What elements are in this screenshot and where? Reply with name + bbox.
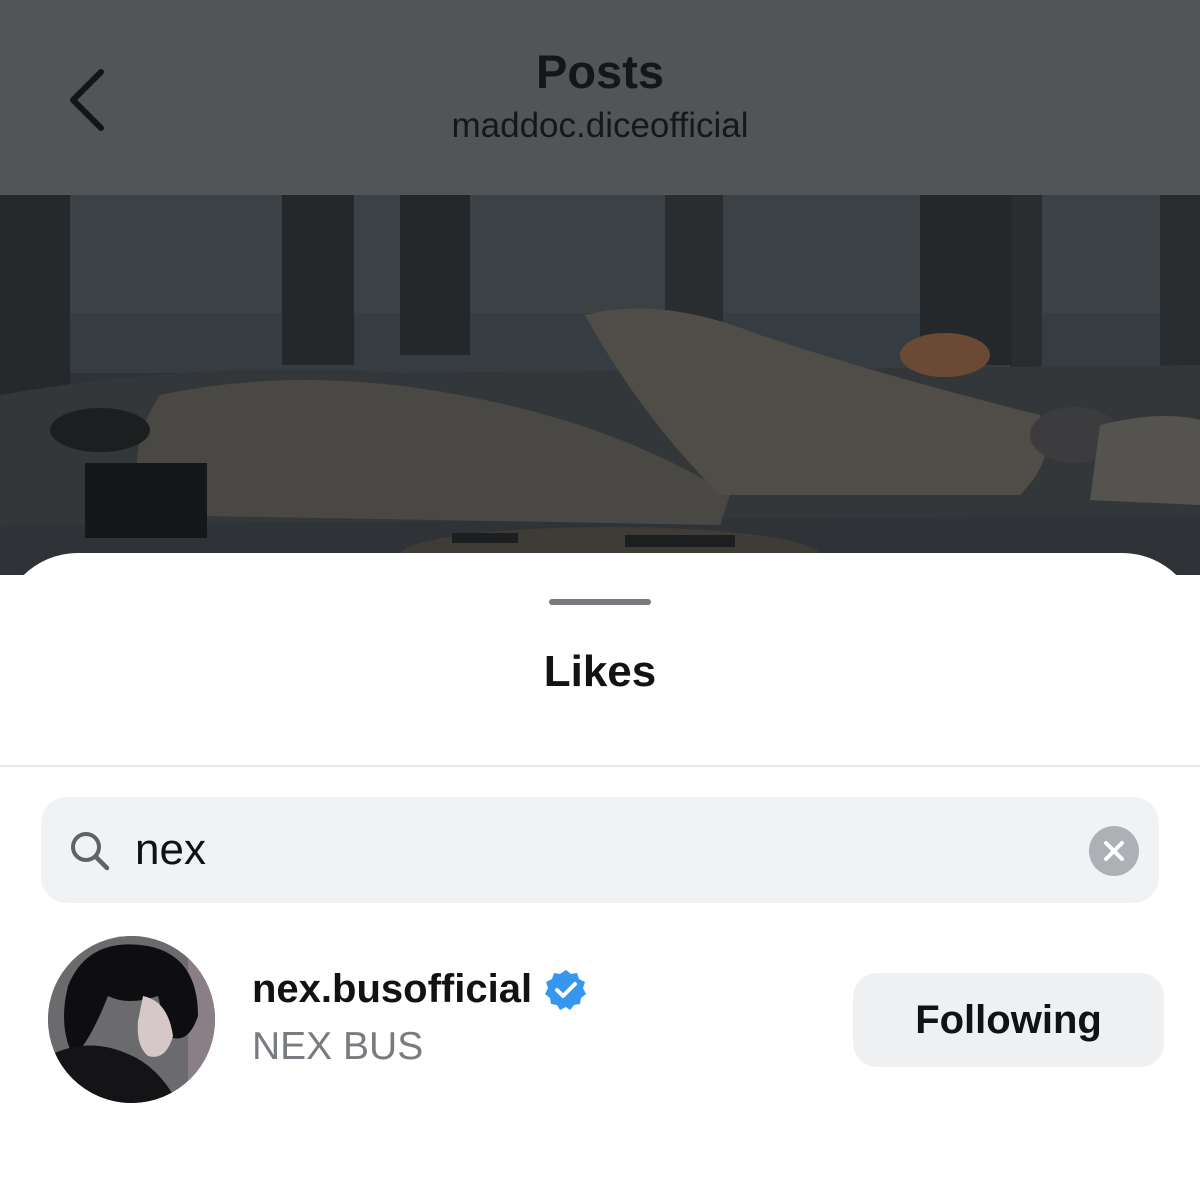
full-name: NEX BUS (252, 1025, 424, 1068)
account-username[interactable]: maddoc.diceofficial (0, 106, 1200, 146)
top-bar: Posts maddoc.diceofficial (0, 0, 1200, 195)
avatar[interactable] (48, 936, 215, 1103)
username-link[interactable]: nex.busofficial (252, 967, 588, 1012)
search-bar[interactable] (41, 797, 1159, 903)
page-title: Posts (536, 45, 664, 98)
search-icon (71, 832, 110, 871)
post-image (0, 195, 1200, 575)
likes-sheet: Likes nex nex.busofficial NEX BUS Follow… (0, 553, 1200, 1200)
verified-badge-icon (545, 969, 587, 1010)
clear-icon (1104, 841, 1124, 861)
sheet-title: Likes (543, 647, 657, 696)
search-input[interactable] (135, 819, 1055, 881)
following-button[interactable]: Following (853, 973, 1164, 1067)
username: nex.busofficial (252, 967, 533, 1011)
list-item[interactable]: nex.busofficial NEX BUS Following (0, 931, 1200, 1111)
clear-search-button[interactable] (1089, 826, 1139, 876)
divider (0, 765, 1200, 767)
sheet-drag-handle[interactable] (549, 599, 651, 605)
